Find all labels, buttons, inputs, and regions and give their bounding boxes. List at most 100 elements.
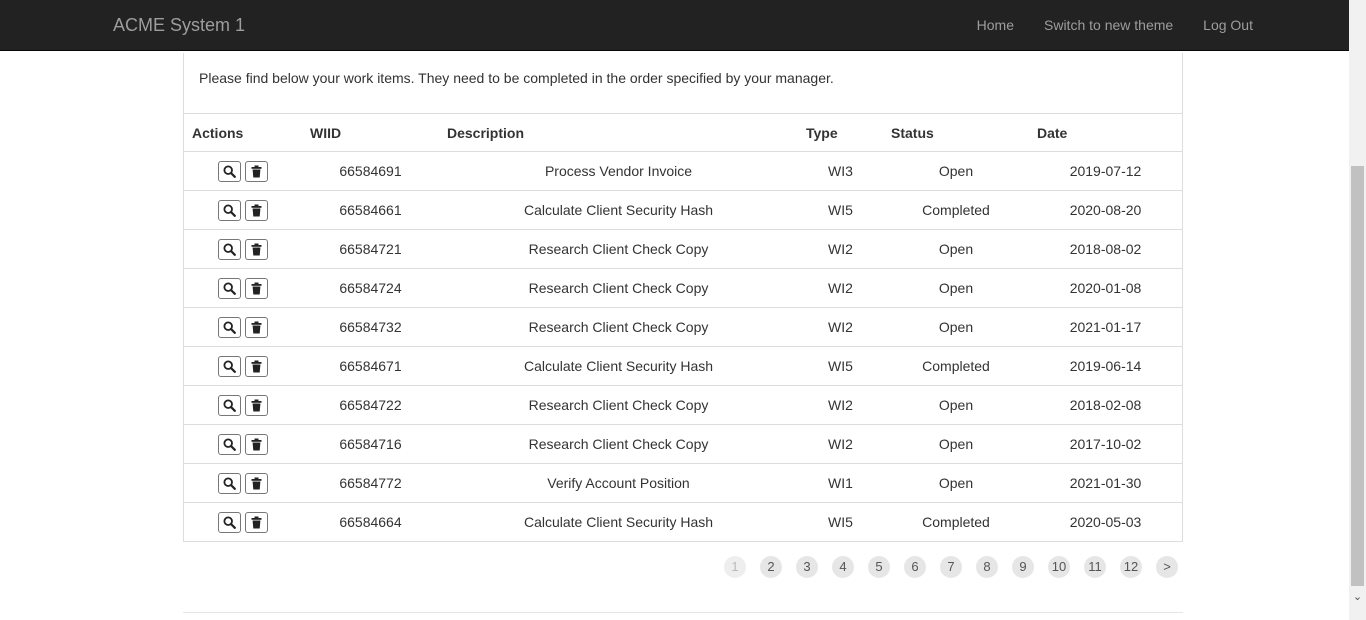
- status-cell: Open: [883, 385, 1029, 425]
- actions-cell: [184, 307, 302, 347]
- delete-button[interactable]: [245, 316, 268, 338]
- delete-button[interactable]: [245, 199, 268, 221]
- wiid-cell: 66584661: [302, 190, 439, 230]
- nav-links: Home Switch to new theme Log Out: [947, 16, 1253, 34]
- description-cell: Verify Account Position: [439, 463, 798, 503]
- table-row: 66584664 Calculate Client Security Hash WI…: [184, 503, 1182, 542]
- date-cell: 2021-01-30: [1029, 463, 1182, 503]
- header-status: Status: [883, 113, 1029, 152]
- table-row: 66584721 Research Client Check Copy WI2 Ope…: [184, 229, 1182, 269]
- actions-cell: [184, 268, 302, 308]
- type-cell: WI2: [798, 424, 883, 464]
- actions-cell: [184, 151, 302, 191]
- type-cell: WI2: [798, 268, 883, 308]
- table-row: 66584671 Calculate Client Security Hash WI…: [184, 346, 1182, 386]
- table-row: 66584732 Research Client Check Copy WI2 Ope…: [184, 307, 1182, 347]
- date-cell: 2020-08-20: [1029, 190, 1182, 230]
- wiid-cell: 66584664: [339, 514, 402, 530]
- delete-button[interactable]: [245, 355, 268, 377]
- brand-link[interactable]: ACME System 1: [113, 15, 245, 35]
- actions-cell: [184, 424, 302, 464]
- date-cell: 2017-10-02: [1029, 424, 1182, 464]
- actions-cell: [184, 229, 302, 269]
- type-cell: WI3: [798, 151, 883, 191]
- actions-cell: [184, 385, 302, 425]
- date-cell: 2021-01-17: [1029, 307, 1182, 347]
- type-cell: WI5: [798, 346, 883, 386]
- delete-button[interactable]: [245, 394, 268, 416]
- page-next-button[interactable]: >: [1156, 556, 1178, 578]
- view-button[interactable]: [218, 472, 241, 494]
- wiid-cell: 66584716: [302, 424, 439, 464]
- status-cell: Open: [883, 307, 1029, 347]
- nav-logout-link[interactable]: Log Out: [1203, 16, 1253, 34]
- pagination: 1 2 3 4 5 6 7 8 9 10 11 12 >: [724, 556, 1192, 578]
- table-row: 66584724 Research Client Check Copy WI2 Ope…: [184, 268, 1182, 308]
- table-row: 66584772 Verify Account Position WI1 Open 20…: [184, 463, 1182, 503]
- view-button[interactable]: [218, 199, 241, 221]
- view-button[interactable]: [218, 355, 241, 377]
- actions-cell: [184, 463, 302, 503]
- table-header-row: Actions WIID Description Type Status Dat…: [184, 113, 1182, 152]
- wiid-cell: 66584671: [302, 346, 439, 386]
- delete-button[interactable]: [245, 238, 268, 260]
- intro-text: Please find below your work items. They …: [199, 70, 834, 86]
- view-button[interactable]: [218, 511, 241, 533]
- delete-button[interactable]: [245, 511, 268, 533]
- page-button-11[interactable]: 11: [1084, 556, 1106, 578]
- page-button-3[interactable]: 3: [796, 556, 818, 578]
- status-cell: Open: [883, 268, 1029, 308]
- type-cell: WI2: [798, 385, 883, 425]
- description-cell: Research Client Check Copy: [439, 307, 798, 347]
- page-button-2[interactable]: 2: [760, 556, 782, 578]
- delete-button[interactable]: [245, 277, 268, 299]
- page-button-6[interactable]: 6: [904, 556, 926, 578]
- date-cell: 2020-05-03: [1069, 514, 1142, 530]
- nav-home-link[interactable]: Home: [977, 16, 1014, 34]
- header-actions: Actions: [184, 113, 302, 152]
- delete-button[interactable]: [245, 160, 268, 182]
- type-cell: WI2: [798, 307, 883, 347]
- page-button-5[interactable]: 5: [868, 556, 890, 578]
- page-button-1[interactable]: 1: [724, 556, 746, 578]
- page-scrollbar[interactable]: ⌄: [1349, 0, 1366, 620]
- description-cell: Calculate Client Security Hash: [523, 514, 714, 530]
- footer-divider: [183, 612, 1183, 613]
- view-button[interactable]: [218, 277, 241, 299]
- type-cell: WI5: [798, 190, 883, 230]
- type-cell: WI5: [828, 514, 853, 530]
- status-cell: Open: [883, 463, 1029, 503]
- status-cell: Open: [883, 229, 1029, 269]
- table-row: 66584691 Process Vendor Invoice WI3 Open 201…: [184, 151, 1182, 191]
- type-cell: WI2: [798, 229, 883, 269]
- date-cell: 2019-07-12: [1029, 151, 1182, 191]
- scroll-down-icon[interactable]: ⌄: [1349, 590, 1366, 603]
- page-button-10[interactable]: 10: [1048, 556, 1070, 578]
- scroll-thumb[interactable]: [1351, 166, 1364, 586]
- nav-switch-theme-link[interactable]: Switch to new theme: [1044, 16, 1173, 34]
- page-button-4[interactable]: 4: [832, 556, 854, 578]
- table-row: 66584722 Research Client Check Copy WI2 Ope…: [184, 385, 1182, 425]
- page-button-8[interactable]: 8: [976, 556, 998, 578]
- wiid-cell: 66584721: [302, 229, 439, 269]
- table-row: 66584716 Research Client Check Copy WI2 Ope…: [184, 424, 1182, 464]
- type-cell: WI1: [798, 463, 883, 503]
- date-cell: 2020-01-08: [1029, 268, 1182, 308]
- header-description: Description: [439, 113, 798, 152]
- description-cell: Research Client Check Copy: [439, 424, 798, 464]
- page-button-7[interactable]: 7: [940, 556, 962, 578]
- page-button-12[interactable]: 12: [1120, 556, 1142, 578]
- delete-button[interactable]: [245, 433, 268, 455]
- view-button[interactable]: [218, 238, 241, 260]
- view-button[interactable]: [218, 160, 241, 182]
- page-button-9[interactable]: 9: [1012, 556, 1034, 578]
- description-cell: Calculate Client Security Hash: [439, 190, 798, 230]
- description-cell: Research Client Check Copy: [439, 268, 798, 308]
- wiid-cell: 66584724: [302, 268, 439, 308]
- status-cell: Open: [883, 424, 1029, 464]
- wiid-cell: 66584772: [302, 463, 439, 503]
- delete-button[interactable]: [245, 472, 268, 494]
- view-button[interactable]: [218, 433, 241, 455]
- view-button[interactable]: [218, 394, 241, 416]
- view-button[interactable]: [218, 316, 241, 338]
